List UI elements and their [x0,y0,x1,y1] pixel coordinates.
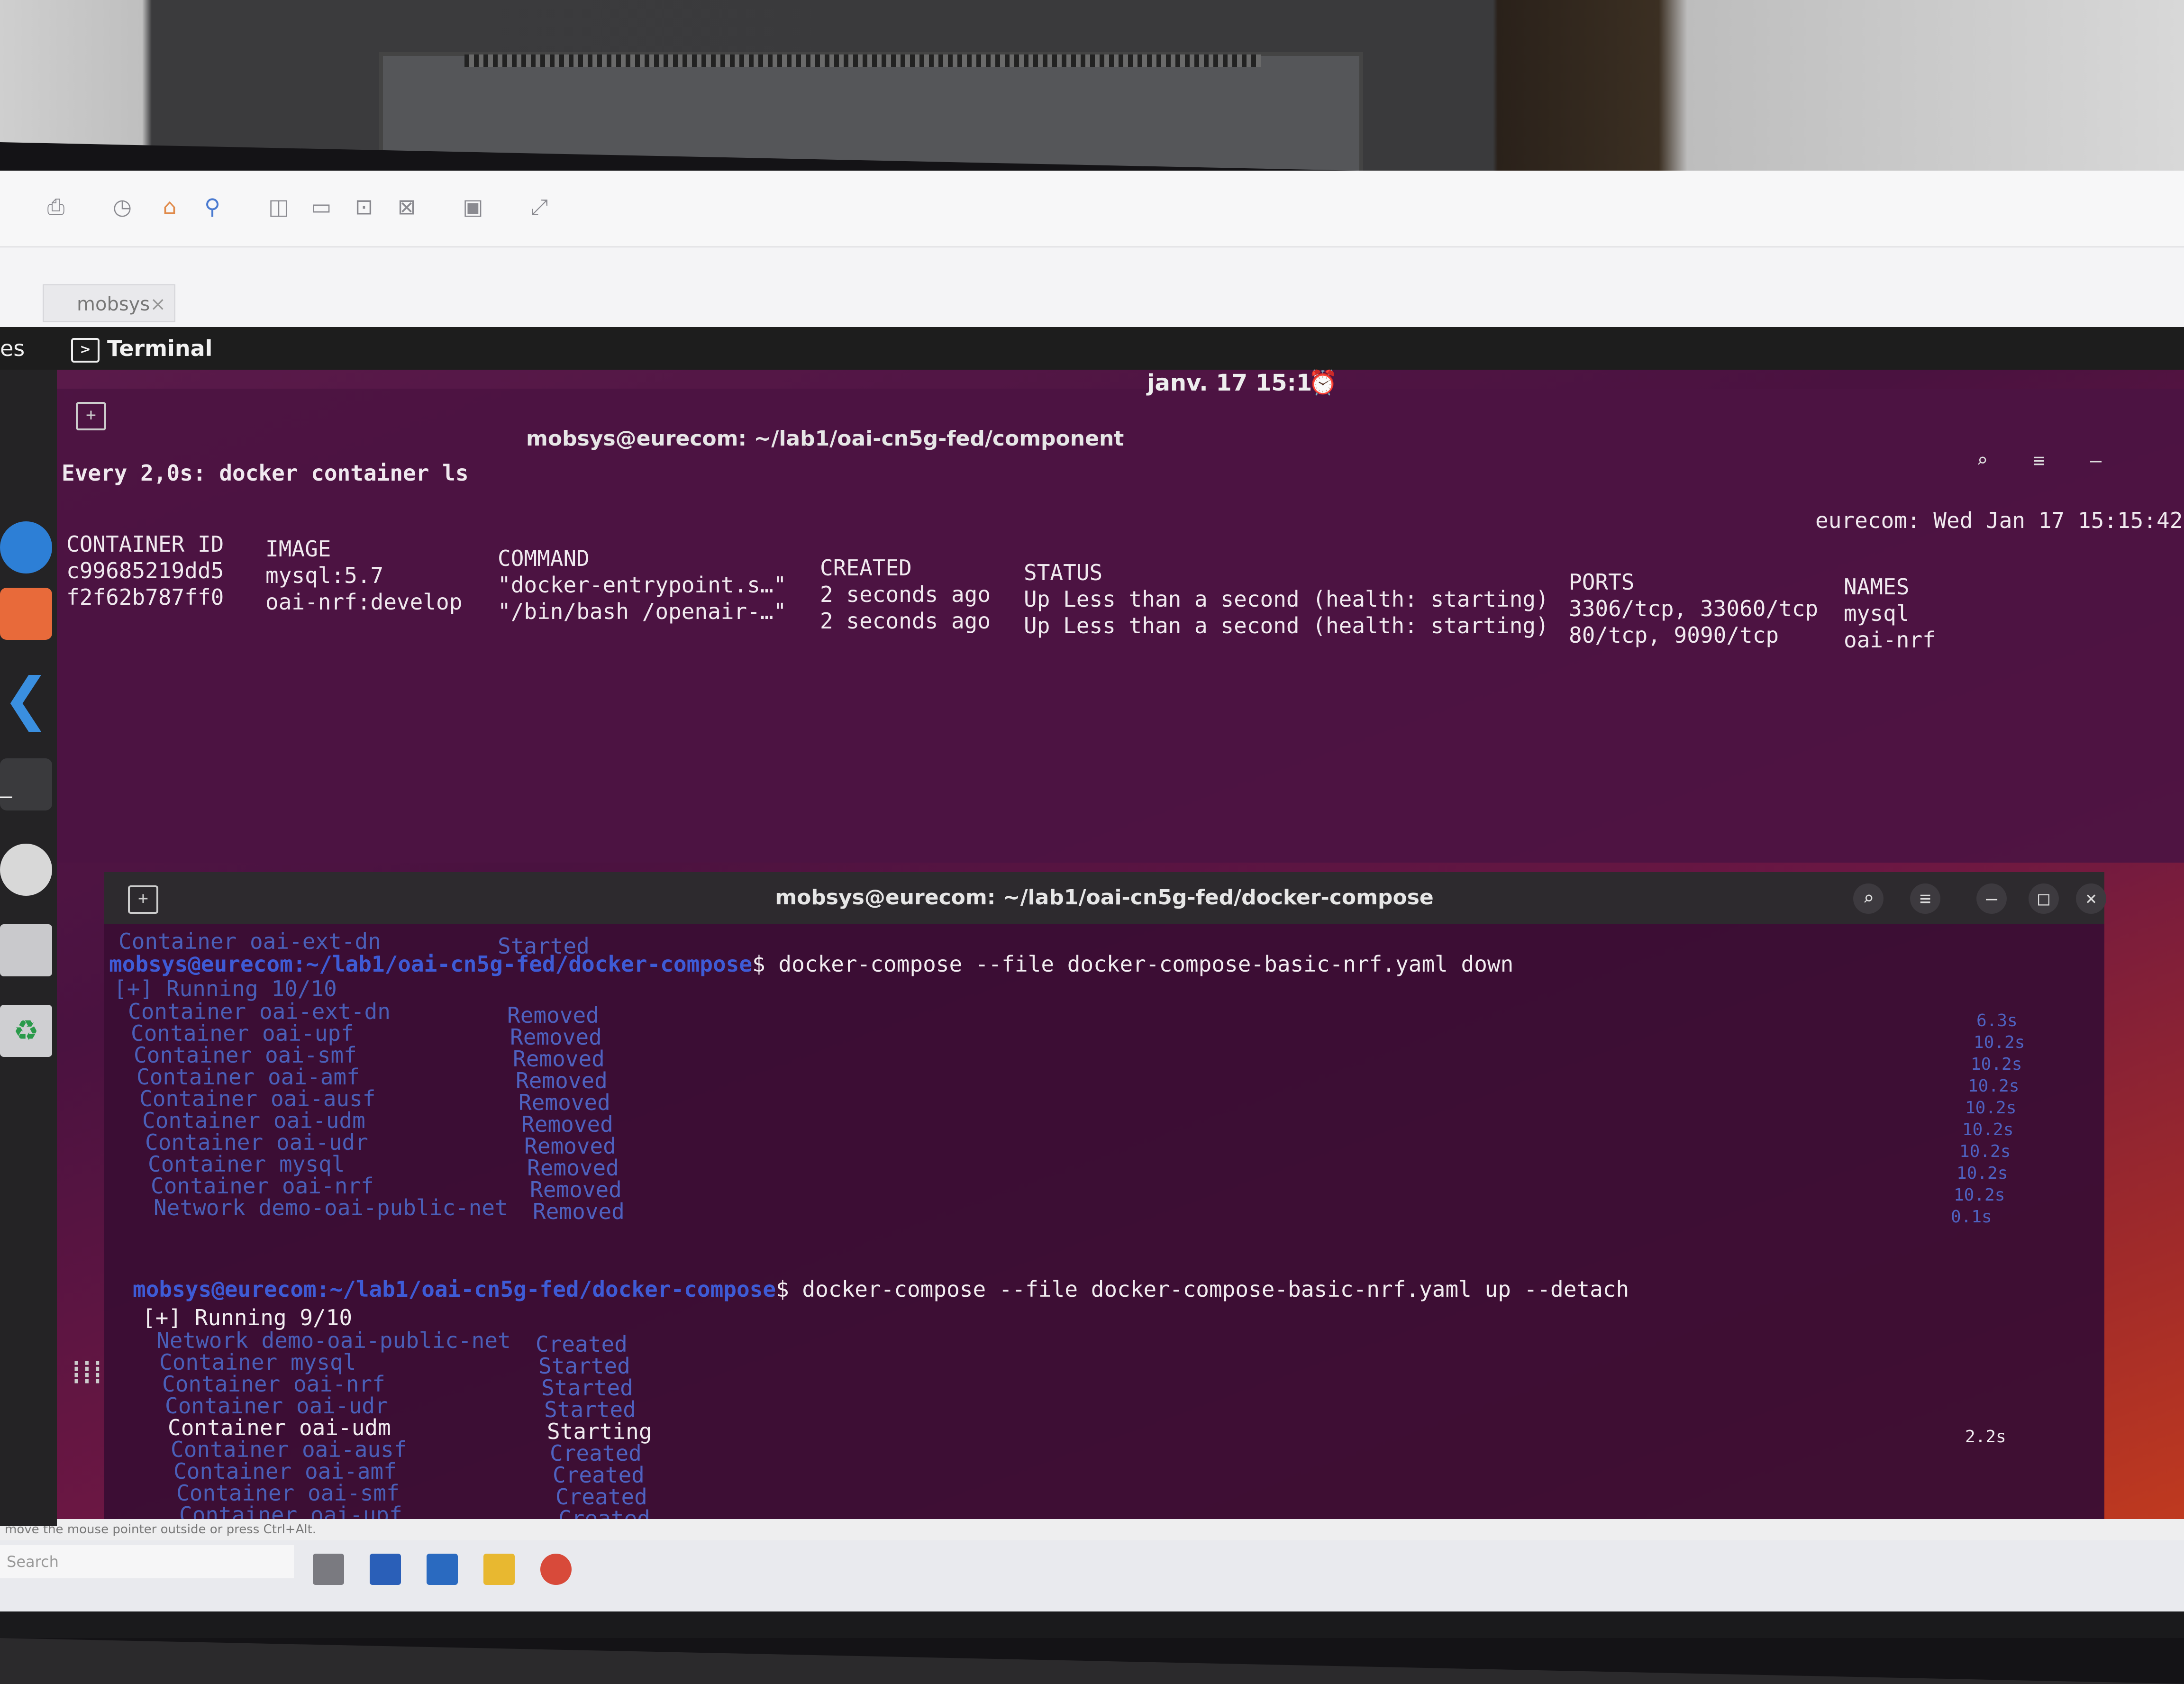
laptop-bottom-edge [0,1611,2184,1638]
header-command: COMMAND [498,546,590,571]
vm-tab-label: mobsys [77,293,150,315]
terminal-dock-icon[interactable]: _ [0,758,52,810]
row2-created: 2 seconds ago [820,608,991,634]
compose-item-state: Removed [533,1199,625,1224]
header-names: NAMES [1844,574,1910,600]
clock[interactable]: janv. 17 15:15 [1147,370,1328,396]
command-up: $ docker-compose --file docker-compose-b… [776,1276,1629,1302]
row1-image: mysql:5.7 [265,563,384,588]
row1-ports: 3306/tcp, 33060/tcp [1569,596,1819,621]
header-status: STATUS [1024,560,1103,585]
prompt-user: mobsys@eurecom [109,951,293,977]
search-icon[interactable]: ⌕ [1967,446,1997,476]
maximize-icon[interactable]: □ [2029,883,2059,914]
watch-header: Every 2,0s: docker container ls [62,460,469,486]
row1-names: mysql [1844,601,1910,626]
watch-timestamp: eurecom: Wed Jan 17 15:15:42 [1815,508,2183,533]
prompt-up: mobsys@eurecom:~/lab1/oai-cn5g-fed/docke… [133,1276,1629,1302]
close-icon[interactable]: × [150,285,166,323]
row2-ports: 80/tcp, 9090/tcp [1569,622,1779,648]
close-icon[interactable]: × [2076,883,2106,914]
vm-tab[interactable]: mobsys × [43,284,175,322]
app-store-icon[interactable] [0,588,52,640]
thunderbird-icon[interactable] [0,521,52,573]
row2-command: "/bin/bash /openair-…" [498,599,787,624]
alarm-icon: ⏰ [1308,369,1338,396]
windows-taskbar: Search [0,1540,2184,1611]
row1-command: "docker-entrypoint.s…" [498,572,787,598]
item-name: Container oai-ext-dn [118,928,381,954]
sidebar-icon[interactable]: ◫ [265,193,292,220]
menu-icon[interactable]: ≡ [1910,883,1940,914]
compose-item-time: 0.1s [1951,1207,1992,1227]
terminal-title: mobsys@eurecom: ~/lab1/oai-cn5g-fed/dock… [775,885,1434,910]
row2-status: Up Less than a second (health: starting) [1024,613,1549,638]
terminal-window-component[interactable]: + mobsys@eurecom: ~/lab1/oai-cn5g-fed/co… [52,389,2184,863]
monitor-vent [464,55,1261,67]
header-created: CREATED [820,555,912,581]
snapshot-icon[interactable]: ⌂ [156,193,183,220]
vscode-icon[interactable]: ❮ [0,671,52,728]
vm-toolbar: ⎙ ◷ ⌂ ⚲ ◫ ▭ ⊡ ⊠ ▣ ⤢ [0,171,2184,247]
header-container-id: CONTAINER ID [66,531,224,557]
minimize-icon[interactable]: – [1976,883,2007,914]
terminal-title: mobsys@eurecom: ~/lab1/oai-cn5g-fed/comp… [526,427,1124,451]
laptop-screen: ⎙ ◷ ⌂ ⚲ ◫ ▭ ⊡ ⊠ ▣ ⤢ mobsys × es > Termina… [0,171,2184,1593]
header-ports: PORTS [1569,569,1635,595]
row2-image: oai-nrf:develop [265,589,463,615]
terminal-window-docker-compose[interactable]: + mobsys@eurecom: ~/lab1/oai-cn5g-fed/do… [104,872,2106,1593]
row1-id: c99685219dd5 [66,558,224,583]
vmware-icon[interactable] [427,1554,458,1585]
clock-icon[interactable]: ◷ [109,193,136,220]
command-down: $ docker-compose --file docker-compose-b… [752,951,1514,977]
trash-icon[interactable]: ♻ [0,1005,52,1057]
row1-created: 2 seconds ago [820,582,991,607]
print-icon[interactable]: ⎙ [43,193,69,220]
menu-icon[interactable]: ≡ [2024,446,2054,476]
vm-status-hint: move the mouse pointer outside or press … [0,1519,2184,1540]
prompt-path: :~/lab1/oai-cn5g-fed/docker-compose [292,951,753,977]
powershell-icon[interactable] [370,1554,401,1585]
disc-icon[interactable] [0,844,52,896]
search-input[interactable]: Search [0,1545,294,1578]
row1-status: Up Less than a second (health: starting) [1024,586,1549,612]
app-grid-icon[interactable]: ⁞⁞⁞ [71,1346,123,1398]
unity-icon[interactable]: ⊠ [393,193,420,220]
activities-terminal[interactable]: > Terminal [71,336,212,363]
row2-id: f2f62b787ff0 [66,584,224,610]
prompt-path: :~/lab1/oai-cn5g-fed/docker-compose [316,1276,776,1302]
console-icon[interactable]: ▣ [460,193,486,220]
task-view-icon[interactable] [313,1554,344,1585]
manage-snapshots-icon[interactable]: ⚲ [199,193,226,220]
ubuntu-dock: ❮ _ ♻ ⁞⁞⁞ [0,370,103,1526]
prompt-user: mobsys@eurecom [133,1276,317,1302]
minimize-icon[interactable]: – [2081,446,2111,476]
fullscreen-icon[interactable]: ⤢ [526,193,553,220]
ubuntu-top-bar: es > Terminal [0,327,2184,370]
terminal-titlebar: + mobsys@eurecom: ~/lab1/oai-cn5g-fed/co… [52,389,2184,472]
activity-label: Terminal [107,336,213,361]
fit-icon[interactable]: ⊡ [351,193,377,220]
compose-item-time: 2.2s [1965,1427,2006,1447]
prompt-down: mobsys@eurecom:~/lab1/oai-cn5g-fed/docke… [109,951,1513,977]
file-explorer-icon[interactable] [483,1554,515,1585]
new-tab-icon[interactable]: + [76,402,106,430]
header-image: IMAGE [265,536,331,562]
row2-names: oai-nrf [1844,627,1936,653]
terminal-titlebar: + mobsys@eurecom: ~/lab1/oai-cn5g-fed/do… [104,872,2106,924]
terminal-icon: > [71,337,100,363]
search-icon[interactable]: ⌕ [1853,883,1884,914]
left-edge-text: es [0,336,25,361]
save-icon[interactable] [0,924,52,976]
compose-item-name: Network demo-oai-public-net [154,1195,508,1220]
layout-icon[interactable]: ▭ [308,193,335,220]
chrome-icon[interactable] [540,1554,572,1585]
